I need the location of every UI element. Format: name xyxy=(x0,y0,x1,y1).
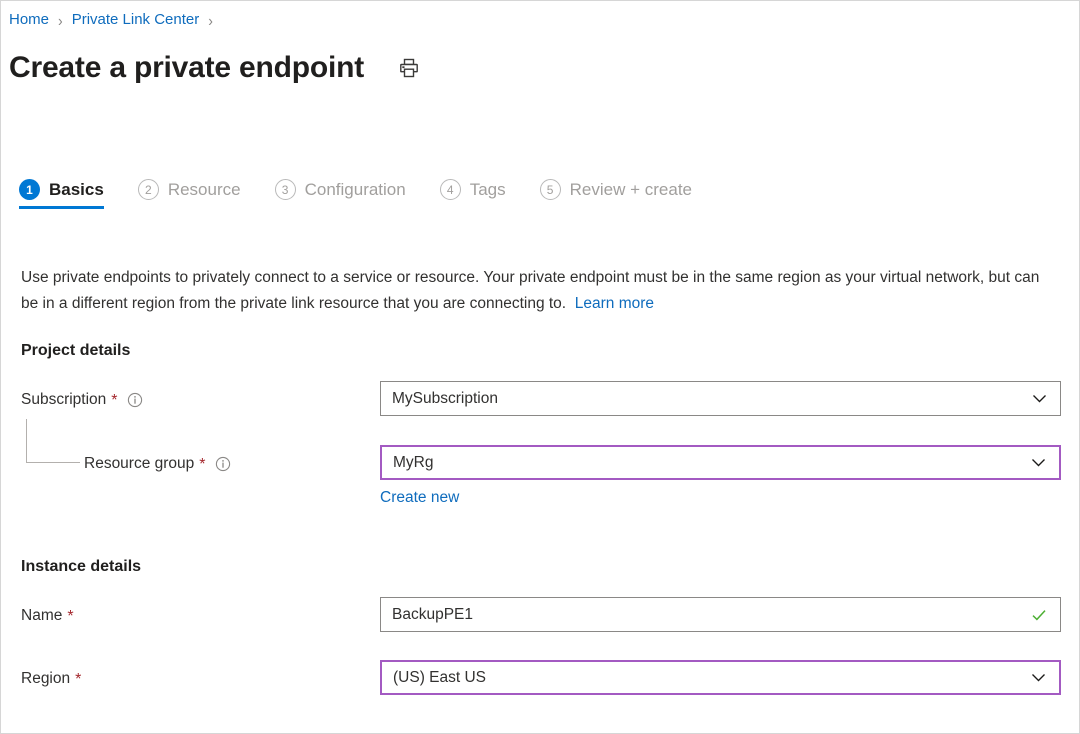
section-heading-project-details: Project details xyxy=(21,342,131,359)
tab-resource[interactable]: 2 Resource xyxy=(137,179,241,209)
required-marker: * xyxy=(67,608,74,625)
region-value: (US) East US xyxy=(393,668,487,686)
resource-group-tree-connector xyxy=(26,419,80,463)
name-label: Name * xyxy=(21,605,74,627)
resource-group-label-text: Resource group xyxy=(84,455,195,472)
chevron-down-icon xyxy=(1031,390,1052,407)
tab-label: Review + create xyxy=(569,180,693,199)
create-private-endpoint-page: Home › Private Link Center › Create a pr… xyxy=(0,0,1080,734)
breadcrumb-item-home[interactable]: Home xyxy=(9,10,49,30)
info-icon[interactable] xyxy=(215,456,231,472)
tab-label: Basics xyxy=(49,180,104,199)
required-marker: * xyxy=(199,456,206,473)
name-input[interactable]: BackupPE1 xyxy=(380,597,1061,632)
name-value: BackupPE1 xyxy=(392,605,473,623)
chevron-down-icon xyxy=(1030,669,1051,686)
tab-review-create[interactable]: 5 Review + create xyxy=(539,179,693,209)
resource-group-dropdown[interactable]: MyRg xyxy=(380,445,1061,480)
region-label-text: Region xyxy=(21,670,71,687)
breadcrumb-item-private-link-center[interactable]: Private Link Center xyxy=(72,10,200,30)
tab-step-number: 2 xyxy=(137,179,159,200)
section-heading-instance-details: Instance details xyxy=(21,558,142,575)
tab-configuration[interactable]: 3 Configuration xyxy=(274,179,406,209)
info-icon-glyph xyxy=(215,456,230,472)
region-label: Region * xyxy=(21,668,81,690)
page-header: Create a private endpoint xyxy=(9,49,424,87)
printer-icon-glyph xyxy=(400,58,418,78)
tab-step-number: 1 xyxy=(19,179,40,200)
printer-icon[interactable] xyxy=(394,53,424,83)
checkmark-icon xyxy=(1030,606,1052,624)
required-marker: * xyxy=(75,671,82,688)
chevron-down-icon xyxy=(1030,454,1051,471)
tab-step-number: 4 xyxy=(439,179,461,200)
tab-label: Resource xyxy=(167,180,241,199)
tab-step-number: 3 xyxy=(274,179,296,200)
subscription-dropdown[interactable]: MySubscription xyxy=(380,381,1061,416)
description-text: Use private endpoints to privately conne… xyxy=(21,268,1040,312)
page-description: Use private endpoints to privately conne… xyxy=(21,265,1056,317)
region-dropdown[interactable]: (US) East US xyxy=(380,660,1061,695)
wizard-tabs: 1 Basics 2 Resource 3 Configuration 4 Ta… xyxy=(19,179,726,209)
breadcrumb-separator-icon: › xyxy=(208,10,213,30)
breadcrumb: Home › Private Link Center › xyxy=(9,10,222,30)
learn-more-link[interactable]: Learn more xyxy=(575,295,654,312)
resource-group-value: MyRg xyxy=(393,453,434,471)
name-label-text: Name xyxy=(21,607,63,624)
info-icon-glyph xyxy=(127,392,142,408)
resource-group-label: Resource group * xyxy=(84,453,231,475)
required-marker: * xyxy=(111,392,118,409)
info-icon[interactable] xyxy=(127,392,143,408)
subscription-value: MySubscription xyxy=(392,389,498,407)
tab-step-number: 5 xyxy=(539,179,561,200)
breadcrumb-separator-icon: › xyxy=(58,10,63,30)
tab-label: Configuration xyxy=(304,180,406,199)
tab-tags[interactable]: 4 Tags xyxy=(439,179,506,209)
tab-label: Tags xyxy=(469,180,506,199)
page-title: Create a private endpoint xyxy=(9,51,365,84)
tab-basics[interactable]: 1 Basics xyxy=(19,179,104,209)
subscription-label-text: Subscription xyxy=(21,391,107,408)
subscription-label: Subscription * xyxy=(21,389,143,411)
create-new-resource-group-link[interactable]: Create new xyxy=(380,487,459,509)
